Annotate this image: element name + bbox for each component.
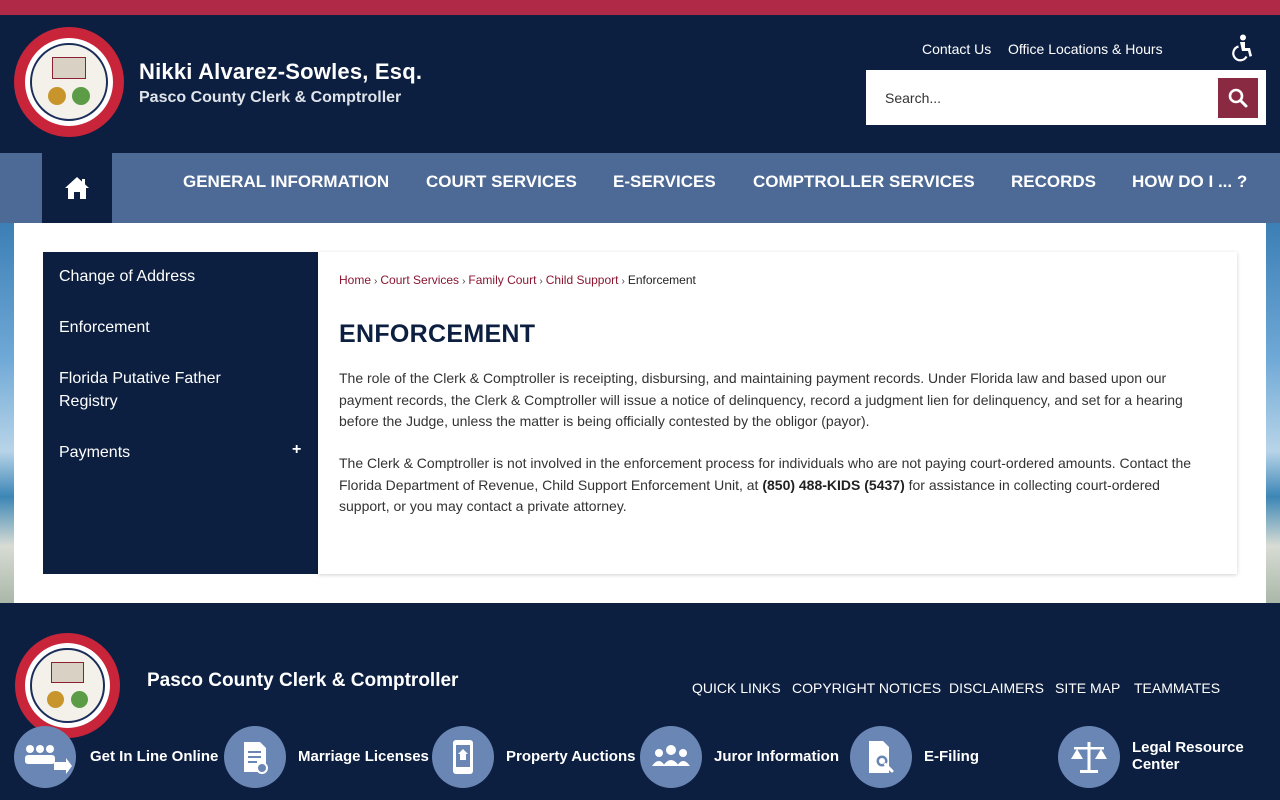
sidebar-item-enforcement[interactable]: Enforcement <box>59 316 259 339</box>
main-nav: GENERAL INFORMATION COURT SERVICES E-SER… <box>0 153 1280 223</box>
breadcrumb-child-support[interactable]: Child Support <box>546 273 619 287</box>
body-paragraph-2: The Clerk & Comptroller is not involved … <box>339 453 1213 518</box>
footer-link-quick-links[interactable]: QUICK LINKS <box>692 680 781 696</box>
search-icon <box>1228 88 1248 108</box>
breadcrumb-current: Enforcement <box>627 273 696 287</box>
scales-icon <box>1058 726 1120 788</box>
footer-link-disclaimers[interactable]: DISCLAIMERS <box>949 680 1044 696</box>
body-paragraph-1: The role of the Clerk & Comptroller is r… <box>339 370 1183 429</box>
search-input[interactable] <box>866 70 1216 125</box>
brand-name[interactable]: Nikki Alvarez-Sowles, Esq. <box>139 59 422 85</box>
breadcrumb-court-services[interactable]: Court Services <box>380 273 459 287</box>
quick-link-label: Juror Information <box>714 748 840 765</box>
nav-court-services[interactable]: COURT SERVICES <box>426 153 577 223</box>
background-photo-right <box>1266 223 1280 603</box>
accessibility-icon[interactable] <box>1229 34 1255 62</box>
county-seal-icon[interactable] <box>14 27 124 137</box>
home-icon <box>65 177 89 199</box>
quick-link-juror-information[interactable]: Juror Information <box>640 710 850 800</box>
sidebar-item-change-of-address[interactable]: Change of Address <box>59 265 259 288</box>
expand-payments-button[interactable]: + <box>292 441 301 459</box>
certificate-icon <box>224 726 286 788</box>
nav-e-services[interactable]: E-SERVICES <box>613 153 716 223</box>
breadcrumb: Home › Court Services › Family Court › Child S… <box>339 273 696 287</box>
phone-number: (850) 488-KIDS (5437) <box>762 476 905 493</box>
brand-subtitle[interactable]: Pasco County Clerk & Comptroller <box>139 89 401 107</box>
site-header: Nikki Alvarez-Sowles, Esq. Pasco County … <box>0 15 1280 153</box>
quick-link-legal-resource-center[interactable]: Legal Resource Center <box>1058 710 1268 800</box>
search-button[interactable] <box>1218 78 1258 118</box>
quick-link-label: Get In Line Online <box>90 748 219 765</box>
search-box <box>866 70 1266 125</box>
page-title: ENFORCEMENT <box>339 320 536 348</box>
sidebar-nav: Change of Address Enforcement Florida Pu… <box>43 252 318 574</box>
breadcrumb-separator: › <box>462 276 466 287</box>
nav-how-do-i[interactable]: HOW DO I ... ? <box>1132 153 1247 223</box>
house-phone-icon <box>432 726 494 788</box>
quick-link-marriage-licenses[interactable]: Marriage Licenses <box>224 710 432 800</box>
breadcrumb-home[interactable]: Home <box>339 273 371 287</box>
background-photo-left <box>0 223 14 603</box>
sidebar-item-putative-father-registry[interactable]: Florida Putative Father Registry <box>59 367 249 413</box>
footer-brand-name: Pasco County Clerk & Comptroller <box>147 670 459 691</box>
quick-link-label: E-Filing <box>924 748 979 765</box>
home-button[interactable] <box>42 153 112 223</box>
nav-records[interactable]: RECORDS <box>1011 153 1096 223</box>
footer-link-copyright[interactable]: COPYRIGHT NOTICES <box>792 680 941 696</box>
quick-link-label: Legal Resource Center <box>1132 739 1244 773</box>
main-content: Home › Court Services › Family Court › Child S… <box>318 252 1237 574</box>
quick-link-label: Property Auctions <box>506 748 636 765</box>
document-search-icon <box>850 726 912 788</box>
quick-link-label: Marriage Licenses <box>298 748 429 765</box>
quick-link-e-filing[interactable]: E-Filing <box>850 710 1050 800</box>
top-accent-strip <box>0 0 1280 15</box>
breadcrumb-separator: › <box>539 276 543 287</box>
breadcrumb-separator: › <box>621 276 625 287</box>
quick-link-property-auctions[interactable]: Property Auctions <box>432 710 640 800</box>
office-locations-link[interactable]: Office Locations & Hours <box>1008 41 1163 57</box>
footer-link-site-map[interactable]: SITE MAP <box>1055 680 1120 696</box>
breadcrumb-separator: › <box>374 276 378 287</box>
footer-link-teammates[interactable]: TEAMMATES <box>1134 680 1220 696</box>
nav-general-information[interactable]: GENERAL INFORMATION <box>183 153 389 223</box>
queue-icon <box>14 726 76 788</box>
breadcrumb-family-court[interactable]: Family Court <box>468 273 536 287</box>
contact-us-link[interactable]: Contact Us <box>922 41 991 57</box>
sidebar-item-payments[interactable]: Payments <box>59 441 259 464</box>
nav-comptroller-services[interactable]: COMPTROLLER SERVICES <box>753 153 975 223</box>
quick-link-get-in-line[interactable]: Get In Line Online <box>14 710 224 800</box>
group-icon <box>640 726 702 788</box>
